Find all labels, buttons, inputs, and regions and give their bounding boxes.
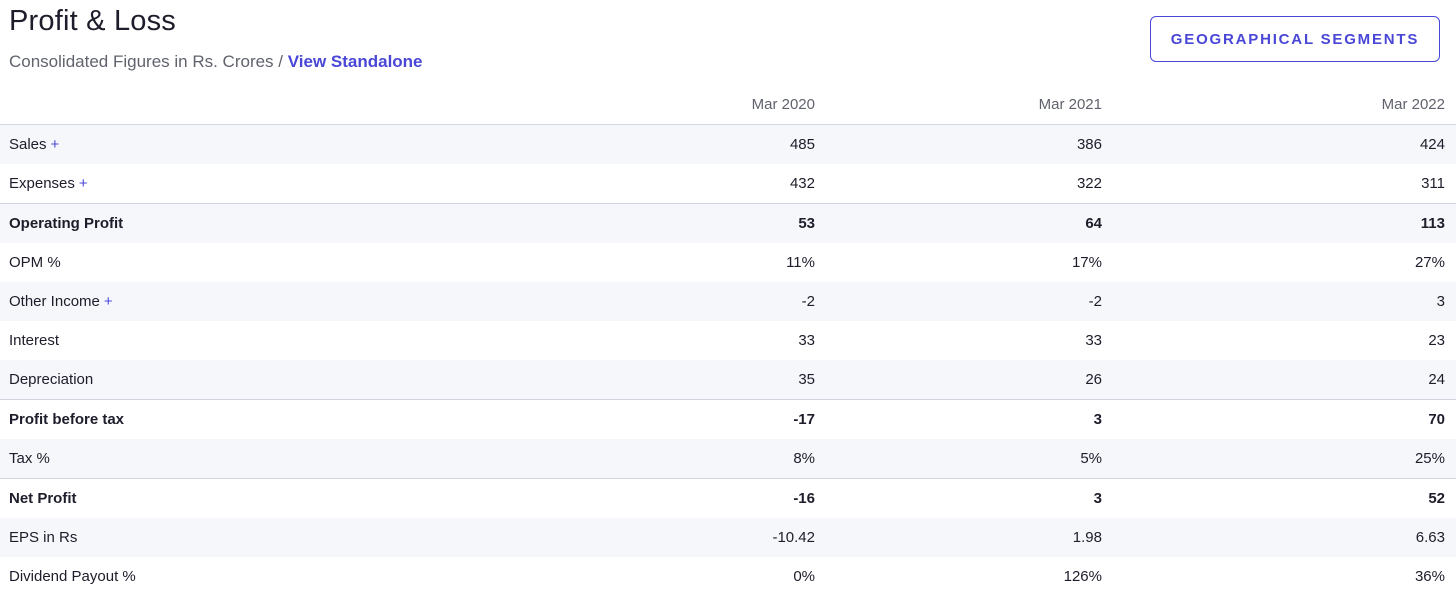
table-row: Net Profit -16 3 52 [0,478,1456,518]
value-cell: 322 [1076,175,1102,192]
value-cell: 3 [826,399,1113,439]
row-label: EPS in Rs [9,529,78,546]
value-cell: 25% [1113,439,1456,479]
value-cell: -10.42 [540,518,826,557]
value-cell: 8% [540,439,826,479]
table-row: Operating Profit 53 64 113 [0,203,1456,243]
value-cell: -17 [540,399,826,439]
value-cell: -2 [540,282,826,321]
table-row: Other Income + -2 -2 3 [0,282,1456,321]
value-cell: 485 [540,124,826,164]
value-cell: 52 [1113,478,1456,518]
row-label: Tax % [9,450,50,467]
value-cell: 126% [1063,568,1102,585]
row-label-cell: Depreciation [0,360,540,400]
row-label-cell: Dividend Payout % [0,557,540,596]
value-cell: 3 [826,478,1113,518]
value-cell: 33 [1085,332,1102,349]
geographical-segments-button[interactable]: GEOGRAPHICAL SEGMENTS [1150,16,1440,62]
value-cell: 11% [786,254,815,271]
row-label: Depreciation [9,371,94,388]
table-row: Sales +485 386 424 [0,124,1456,164]
row-label: Dividend Payout % [9,568,136,585]
value-cell: 33 [798,332,815,349]
column-header: Mar 2022 [1113,85,1456,125]
row-label-cell[interactable]: Sales + [0,124,540,164]
table-body: Sales +485 386 424 Expenses +432 322 311 Operati… [0,124,1456,597]
value-cell: -16 [540,478,826,518]
value-cell: 53 [540,203,826,243]
value-cell: 432 [789,175,815,192]
value-cell: 27% [1414,254,1445,271]
value-cell: 3 [1113,282,1456,321]
value-cell: 23 [1428,332,1445,349]
value-cell: 311 [1421,175,1445,192]
table-row: OPM % 11% 17% 27% [0,243,1456,282]
value-cell: 70 [1113,399,1456,439]
value-cell: 35 [540,360,826,400]
expand-plus-icon[interactable]: + [104,293,113,310]
value-cell: 424 [1113,124,1456,164]
row-label-cell: Net Profit [0,478,540,518]
table-row: Profit before tax -17 3 70 [0,399,1456,439]
value-cell: 64 [826,203,1113,243]
row-label-cell: Operating Profit [0,203,540,243]
table-row: EPS in Rs -10.42 1.98 6.63 [0,518,1456,557]
row-label: OPM % [9,254,61,271]
table-header-row: Mar 2020 Mar 2021 Mar 2022 [0,85,1456,125]
row-label-cell: Profit before tax [0,399,540,439]
row-label: Interest [9,332,60,349]
subtitle: Consolidated Figures in Rs. Crores / Vie… [9,50,423,74]
value-cell: -2 [826,282,1113,321]
row-label: Expenses [9,175,75,192]
row-label: Profit before tax [9,411,125,428]
row-label-cell: Tax % [0,439,540,479]
row-label-cell[interactable]: Expenses + [0,164,540,204]
value-cell: 5% [826,439,1113,479]
row-label: Other Income [9,293,100,310]
value-cell: 386 [826,124,1113,164]
row-label-cell: EPS in Rs [0,518,540,557]
row-label-cell: Interest [0,321,540,360]
table-row: Interest 33 33 23 [0,321,1456,360]
table-header-label [0,85,540,125]
value-cell: 24 [1113,360,1456,400]
row-label-cell[interactable]: Other Income + [0,282,540,321]
value-cell: 1.98 [826,518,1113,557]
value-cell: 17% [1071,254,1102,271]
value-cell: 113 [1113,203,1456,243]
expand-plus-icon[interactable]: + [79,175,88,192]
expand-plus-icon[interactable]: + [51,136,60,153]
column-header: Mar 2021 [826,85,1113,125]
column-header: Mar 2020 [540,85,826,125]
table-row: Dividend Payout % 0% 126% 36% [0,557,1456,596]
table-row: Depreciation 35 26 24 [0,360,1456,400]
row-label: Net Profit [9,490,77,507]
page-title: Profit & Loss [9,5,176,37]
value-cell: 0% [793,568,815,585]
table-row: Tax % 8% 5% 25% [0,439,1456,479]
row-label: Operating Profit [9,215,124,232]
row-label-cell: OPM % [0,243,540,282]
view-standalone-link[interactable]: View Standalone [288,52,423,71]
profit-loss-table: Mar 2020 Mar 2021 Mar 2022 Sales +485 386 4… [0,85,1456,596]
row-label: Sales [9,136,47,153]
header: Profit & Loss Consolidated Figures in Rs… [9,0,423,74]
subtitle-text: Consolidated Figures in Rs. Crores / [9,52,288,71]
value-cell: 6.63 [1113,518,1456,557]
table-row: Expenses +432 322 311 [0,164,1456,204]
value-cell: 26 [826,360,1113,400]
value-cell: 36% [1414,568,1445,585]
